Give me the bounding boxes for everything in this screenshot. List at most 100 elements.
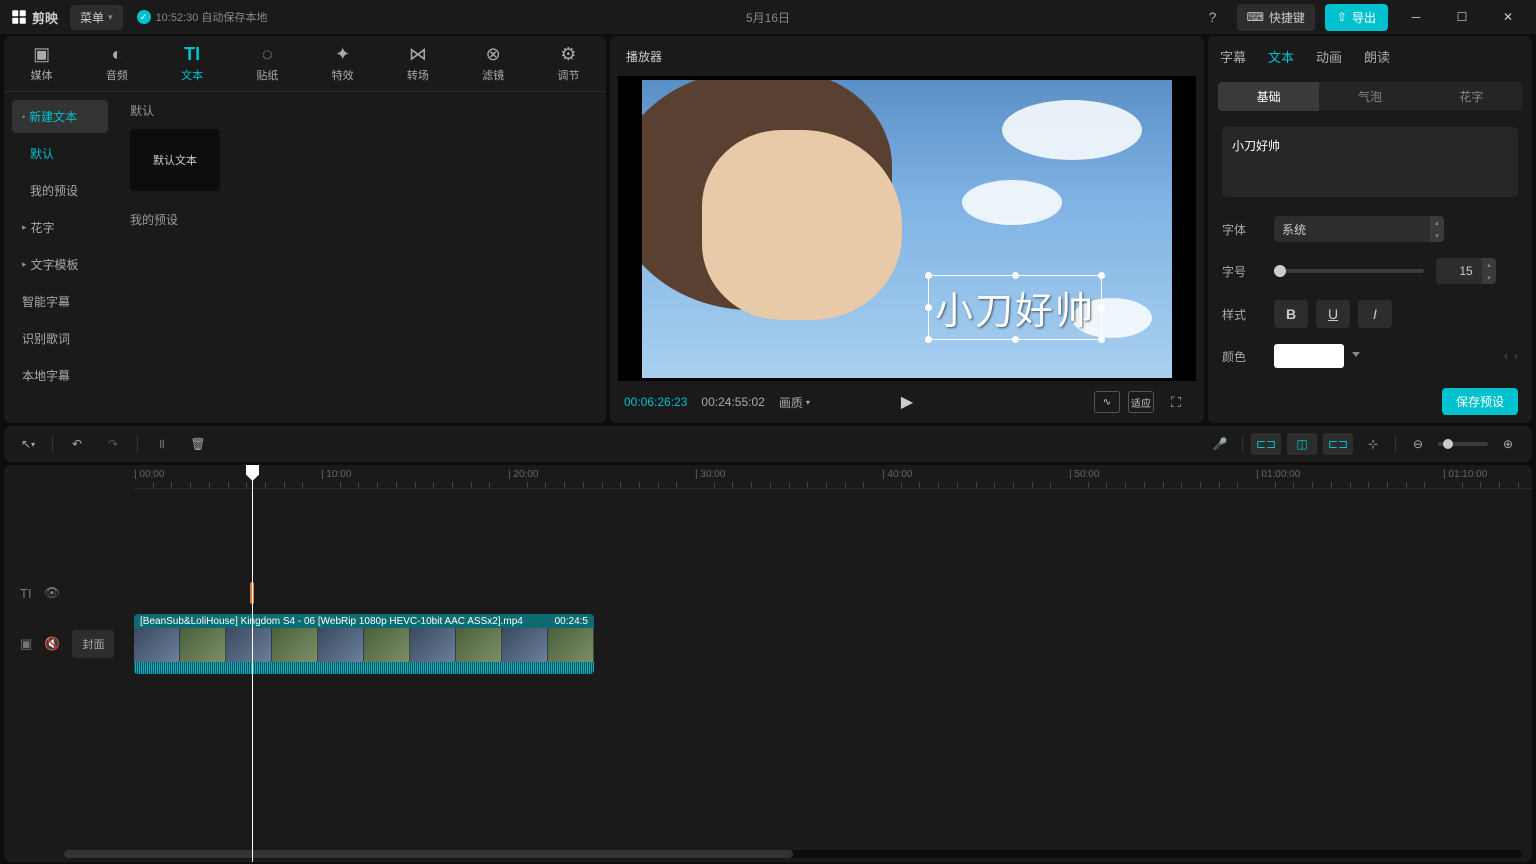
waveform-icon[interactable]: ∿	[1094, 391, 1120, 413]
subtab-bubble[interactable]: 气泡	[1319, 82, 1420, 111]
transition-icon: ⋈	[409, 44, 427, 64]
player-panel: 播放器 小刀好帅	[610, 36, 1204, 423]
tab-adjust[interactable]: ⚙调节	[531, 36, 606, 91]
mute-icon[interactable]: 🔇	[44, 636, 60, 652]
help-icon[interactable]: ?	[1199, 3, 1227, 31]
video-track-icon[interactable]: ▣	[20, 636, 32, 652]
asset-panel: ▣媒体 ◐音频 TI文本 ◌贴纸 ✦特效 ⋈转场 ⊗滤镜 ⚙调节 •新建文本 默…	[4, 36, 606, 423]
text-track: TI 👁	[4, 579, 1532, 607]
label-font: 字体	[1222, 221, 1262, 238]
asset-tabs: ▣媒体 ◐音频 TI文本 ◌贴纸 ✦特效 ⋈转场 ⊗滤镜 ⚙调节	[4, 36, 606, 92]
minimize-button[interactable]: ─	[1398, 3, 1434, 31]
size-input[interactable]: 15 ▴▾	[1436, 258, 1496, 284]
text-content-input[interactable]	[1222, 127, 1518, 197]
timeline[interactable]: | 00:00| 10:00| 20:00| 30:00| 40:00| 50:…	[4, 465, 1532, 862]
select-tool[interactable]: ↖▾	[14, 430, 42, 458]
zoom-out[interactable]: ⊖	[1404, 430, 1432, 458]
magnet-1[interactable]: ⊏⊐	[1251, 433, 1281, 455]
sidebar-new-text[interactable]: •新建文本	[12, 100, 108, 133]
app-logo: 剪映	[10, 8, 58, 27]
underline-button[interactable]: U	[1316, 300, 1350, 328]
visibility-icon[interactable]: 👁	[44, 585, 61, 601]
split-button[interactable]: ⧘⧙	[148, 430, 176, 458]
section-default: 默认	[130, 102, 592, 119]
tab-media[interactable]: ▣媒体	[4, 36, 79, 91]
label-color: 颜色	[1222, 348, 1262, 365]
delete-button[interactable]: 🗑	[184, 430, 212, 458]
default-text-preset[interactable]: 默认文本	[130, 129, 220, 191]
quality-select[interactable]: 画质▾	[779, 394, 810, 411]
play-button[interactable]: ▶	[901, 392, 913, 412]
tab-read[interactable]: 朗读	[1364, 47, 1390, 66]
tab-text[interactable]: TI文本	[155, 36, 230, 91]
tab-animation[interactable]: 动画	[1316, 47, 1342, 66]
undo-button[interactable]: ↶	[63, 430, 91, 458]
redo-button[interactable]: ↷	[99, 430, 127, 458]
timeline-scrollbar[interactable]	[64, 850, 1522, 858]
time-ruler[interactable]: | 00:00| 10:00| 20:00| 30:00| 40:00| 50:…	[134, 465, 1532, 489]
audio-icon: ◐	[111, 44, 122, 64]
properties-panel: 字幕 文本 动画 朗读 基础 气泡 花字 字体 系统 ▴▾ 字号 1	[1208, 36, 1532, 423]
mic-icon[interactable]: 🎤	[1206, 430, 1234, 458]
cover-button[interactable]: 封面	[72, 630, 114, 658]
export-button[interactable]: ⇧ 导出	[1325, 4, 1388, 31]
fit-button[interactable]: 适应	[1128, 391, 1154, 413]
font-select[interactable]: 系统 ▴▾	[1274, 216, 1444, 242]
tab-effect[interactable]: ✦特效	[305, 36, 380, 91]
magnet-3[interactable]: ⊏⊐	[1323, 433, 1353, 455]
next-icon[interactable]: ›	[1514, 349, 1518, 363]
size-slider[interactable]	[1274, 269, 1424, 273]
upload-icon: ⇧	[1337, 10, 1347, 24]
maximize-button[interactable]: ☐	[1444, 3, 1480, 31]
sticker-icon: ◌	[262, 44, 273, 64]
sidebar-local-sub[interactable]: 本地字幕	[12, 359, 108, 392]
effect-icon: ✦	[335, 44, 350, 64]
size-up[interactable]: ▴	[1482, 258, 1496, 271]
sidebar-my-presets[interactable]: 我的预设	[12, 174, 108, 207]
sidebar-default[interactable]: 默认	[12, 137, 108, 170]
video-clip[interactable]: [BeanSub&LoliHouse] Kingdom S4 - 06 [Web…	[134, 614, 594, 674]
menu-button[interactable]: 菜单 ▾	[70, 5, 123, 30]
zoom-slider[interactable]	[1438, 442, 1488, 446]
link-icon[interactable]: ⊹	[1359, 430, 1387, 458]
sidebar-template[interactable]: ▸文字模板	[12, 248, 108, 281]
sidebar-lyrics[interactable]: 识别歌词	[12, 322, 108, 355]
bold-button[interactable]: B	[1274, 300, 1308, 328]
tab-text-prop[interactable]: 文本	[1268, 47, 1294, 66]
label-style: 样式	[1222, 306, 1262, 323]
tab-transition[interactable]: ⋈转场	[380, 36, 455, 91]
video-frame: 小刀好帅	[642, 80, 1172, 378]
text-sidebar: •新建文本 默认 我的预设 ▸花字 ▸文字模板 智能字幕 识别歌词 本地字幕	[4, 92, 116, 423]
font-down[interactable]: ▾	[1430, 229, 1444, 242]
close-button[interactable]: ✕	[1490, 3, 1526, 31]
media-icon: ▣	[33, 44, 50, 64]
italic-button[interactable]: I	[1358, 300, 1392, 328]
check-icon: ✓	[137, 10, 151, 24]
keyboard-icon: ⌨	[1247, 10, 1264, 24]
text-overlay-box[interactable]: 小刀好帅	[928, 275, 1102, 340]
zoom-in[interactable]: ⊕	[1494, 430, 1522, 458]
sidebar-smart-sub[interactable]: 智能字幕	[12, 285, 108, 318]
player-title: 播放器	[610, 36, 1204, 76]
font-up[interactable]: ▴	[1430, 216, 1444, 229]
tab-sticker[interactable]: ◌贴纸	[230, 36, 305, 91]
tab-subtitle[interactable]: 字幕	[1220, 47, 1246, 66]
shortcut-button[interactable]: ⌨ 快捷键	[1237, 4, 1315, 31]
size-down[interactable]: ▾	[1482, 271, 1496, 284]
save-preset-button[interactable]: 保存预设	[1442, 388, 1518, 415]
autosave-status: ✓ 10:52:30 自动保存本地	[137, 9, 268, 25]
playhead[interactable]	[252, 465, 253, 862]
timecode-total: 00:24:55:02	[701, 395, 764, 409]
fullscreen-icon[interactable]: ⛶	[1162, 388, 1190, 416]
sidebar-fancy[interactable]: ▸花字	[12, 211, 108, 244]
video-track: ▣ 🔇 封面 [BeanSub&LoliHouse] Kingdom S4 - …	[4, 611, 1532, 677]
color-picker[interactable]	[1274, 344, 1344, 368]
preview-viewport[interactable]: 小刀好帅	[618, 76, 1196, 381]
subtab-basic[interactable]: 基础	[1218, 82, 1319, 111]
prev-icon[interactable]: ‹	[1504, 349, 1508, 363]
tab-audio[interactable]: ◐音频	[79, 36, 154, 91]
subtab-fancy[interactable]: 花字	[1421, 82, 1522, 111]
magnet-2[interactable]: ◫	[1287, 433, 1317, 455]
text-presets-area: 默认 默认文本 我的预设	[116, 92, 606, 423]
tab-filter[interactable]: ⊗滤镜	[456, 36, 531, 91]
